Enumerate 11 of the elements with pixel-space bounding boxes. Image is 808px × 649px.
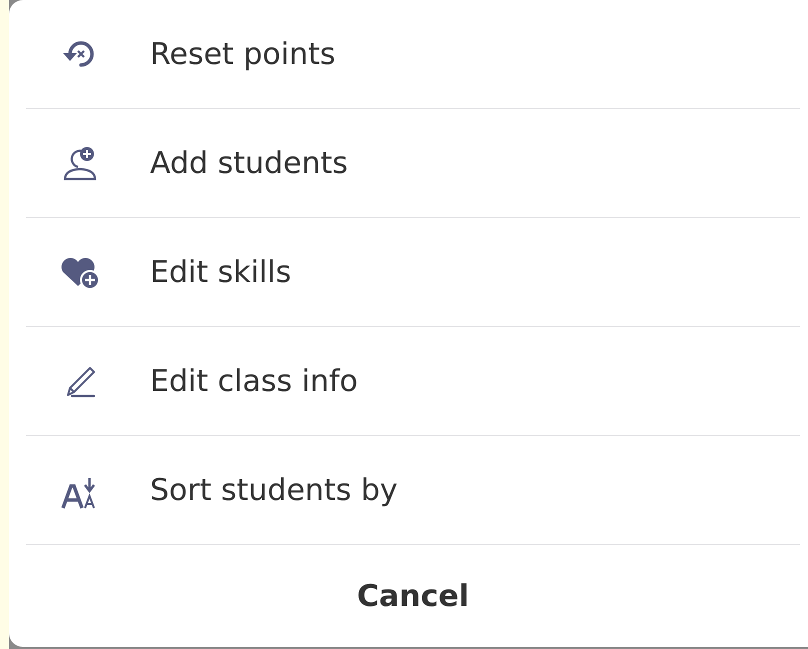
menu-item-label: Add students bbox=[150, 146, 348, 180]
menu-item-label: Edit skills bbox=[150, 254, 292, 290]
menu-item[interactable]: Reset points bbox=[26, 0, 800, 109]
menu-item-label: Edit class info bbox=[150, 364, 358, 398]
menu-item[interactable]: Sort students by bbox=[26, 436, 800, 545]
menu-item[interactable]: Edit class info bbox=[26, 327, 800, 436]
menu-item-label: Sort students by bbox=[150, 472, 398, 508]
menu-item[interactable]: Edit skills bbox=[26, 218, 800, 327]
menu-item-label: Reset points bbox=[150, 36, 336, 72]
menu-item[interactable]: Add students bbox=[26, 109, 800, 218]
cancel-button[interactable]: Cancel bbox=[26, 545, 800, 647]
